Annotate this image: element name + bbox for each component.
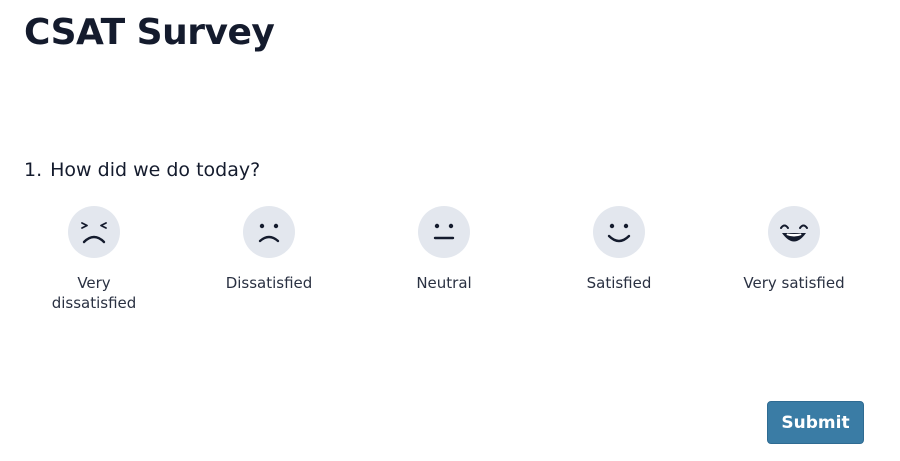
- question-number: 1.: [24, 159, 43, 181]
- rating-option-very-dissatisfied[interactable]: Very dissatisfied: [24, 206, 164, 313]
- rating-option-label: Neutral: [416, 274, 472, 292]
- rating-option-very-satisfied[interactable]: Very satisfied: [724, 206, 864, 293]
- survey-page: CSAT Survey 1. How did we do today? Very …: [0, 0, 900, 461]
- page-title: CSAT Survey: [24, 12, 275, 53]
- rating-option-dissatisfied[interactable]: Dissatisfied: [199, 206, 339, 293]
- dissatisfied-face-icon: [243, 206, 295, 258]
- rating-option-neutral[interactable]: Neutral: [374, 206, 514, 293]
- rating-option-satisfied[interactable]: Satisfied: [549, 206, 689, 293]
- rating-option-label: Dissatisfied: [225, 274, 313, 292]
- rating-option-label: Satisfied: [586, 274, 652, 292]
- very-dissatisfied-face-icon: [68, 206, 120, 258]
- rating-options: Very dissatisfied Dissatisfied Neutral S…: [0, 206, 900, 316]
- neutral-face-icon: [418, 206, 470, 258]
- very-satisfied-face-icon: [768, 206, 820, 258]
- satisfied-face-icon: [593, 206, 645, 258]
- question-text: How did we do today?: [50, 159, 261, 181]
- rating-option-label: Very satisfied: [743, 274, 845, 292]
- question-prompt: 1. How did we do today?: [24, 157, 260, 183]
- rating-option-label: Very dissatisfied: [51, 274, 137, 312]
- submit-button[interactable]: Submit: [767, 401, 864, 444]
